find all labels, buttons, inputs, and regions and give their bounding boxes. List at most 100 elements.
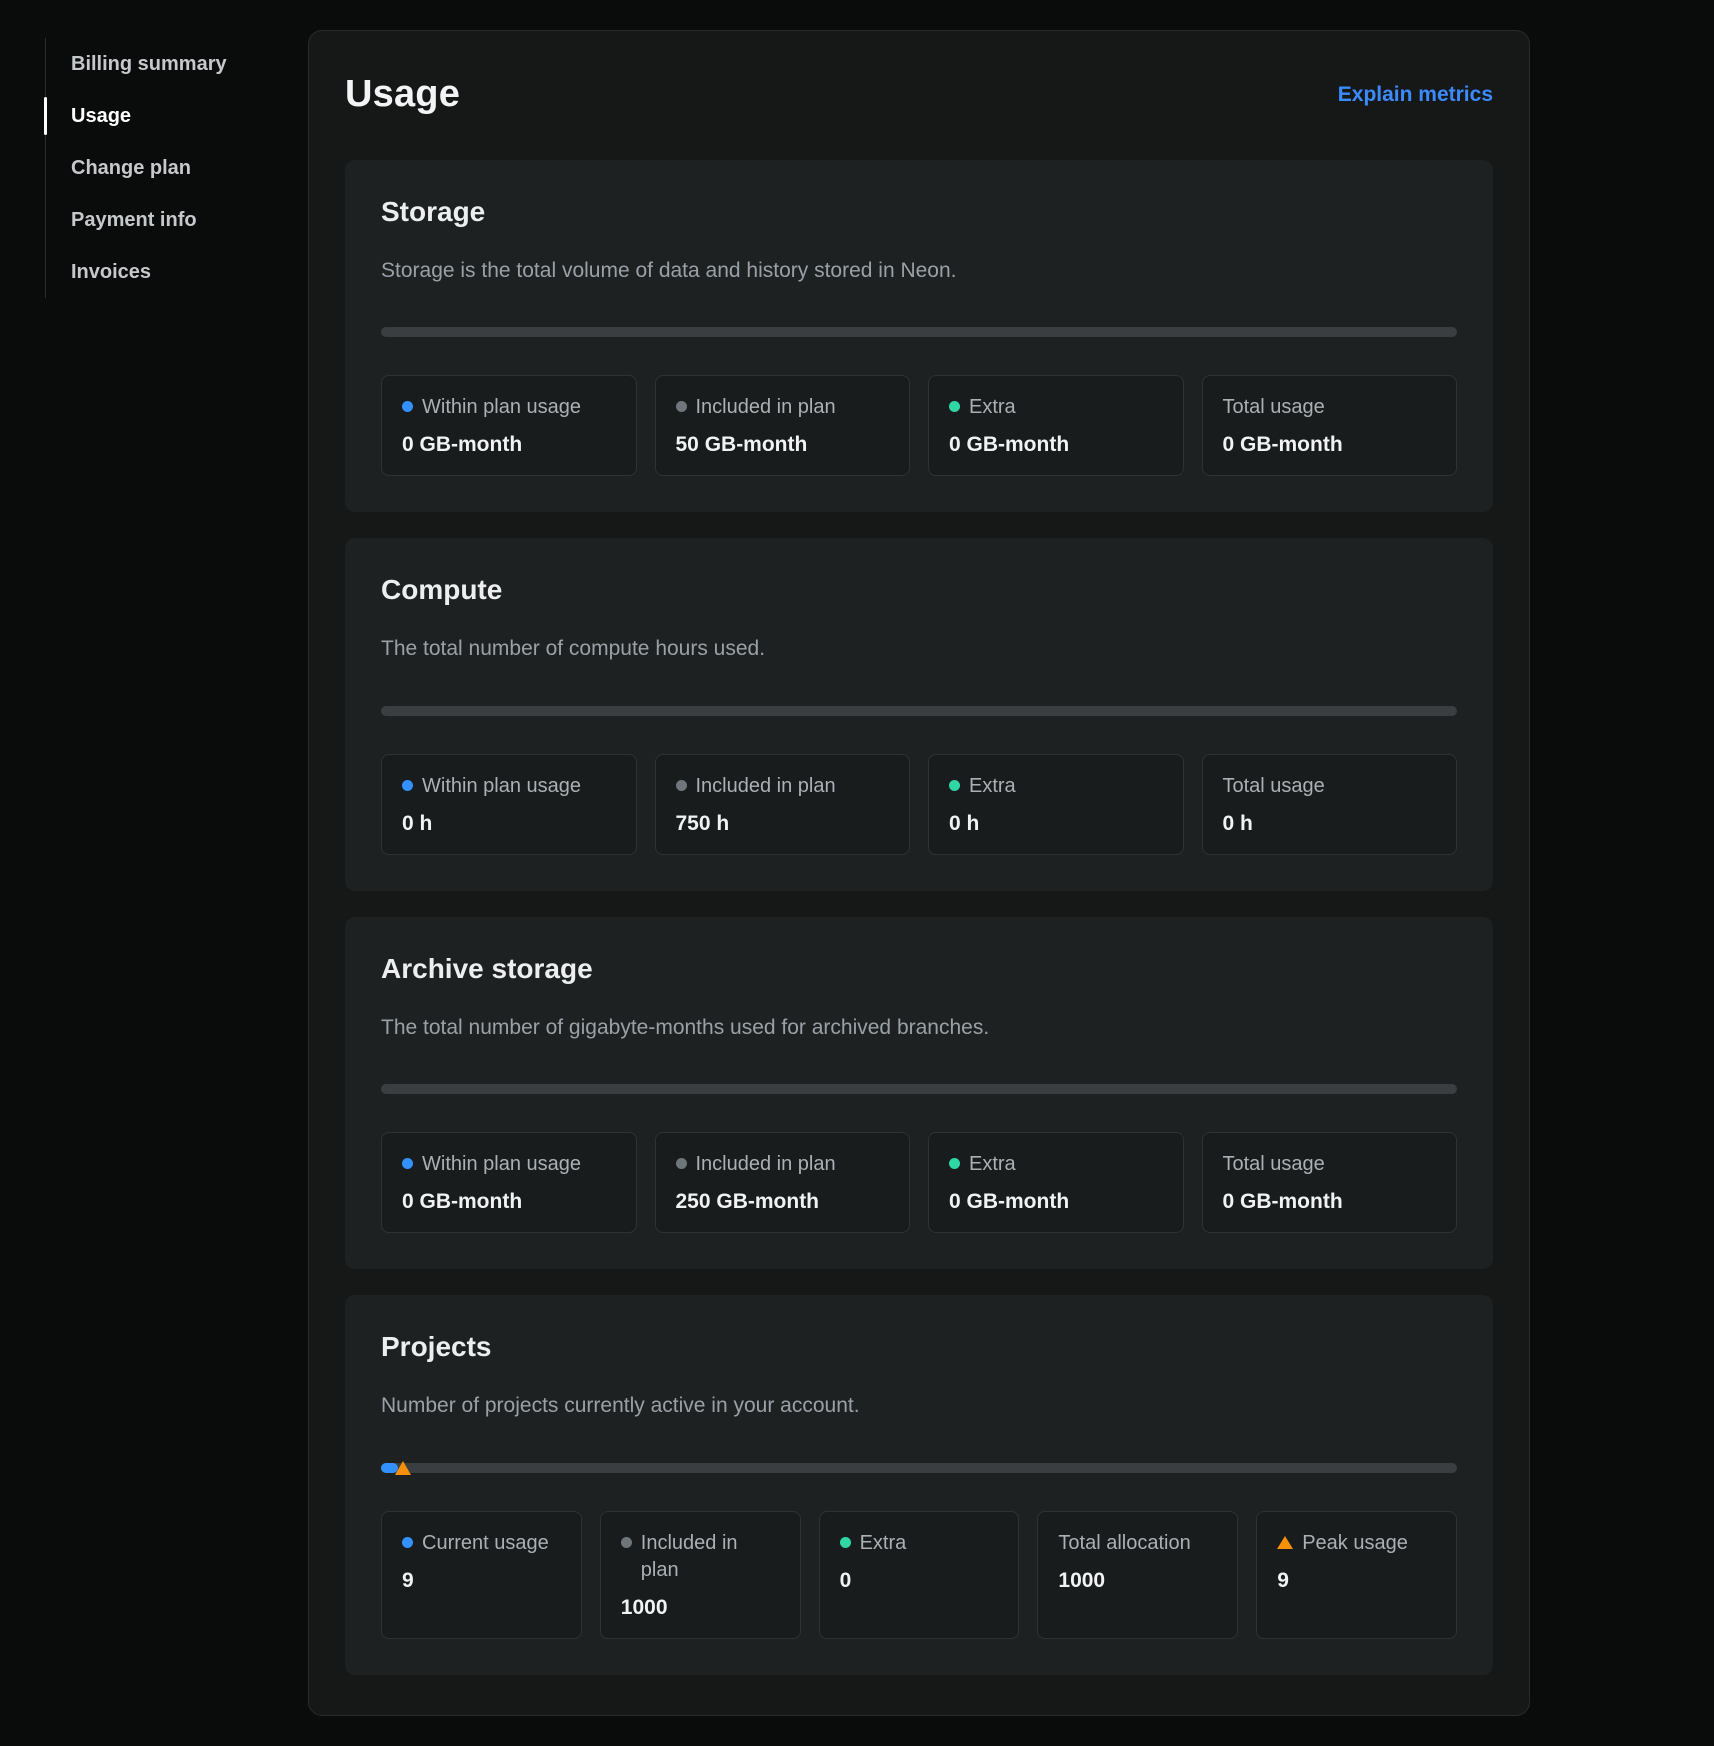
stat-value: 0 GB-month [949, 1190, 1163, 1214]
stat-label-row: Total usage [1223, 773, 1437, 800]
stats-row: Current usage9Included in plan1000Extra0… [381, 1511, 1457, 1639]
usage-progress-bar [381, 1463, 1457, 1473]
usage-card-storage: Storage Storage is the total volume of d… [345, 160, 1493, 512]
dot-blue-icon [402, 401, 413, 412]
stats-row: Within plan usage 0 GB-month Included in p… [381, 375, 1457, 476]
stat-label: Extra [860, 1530, 907, 1557]
stat-included-in-plan: Included in plan 50 GB-month [655, 375, 911, 476]
stat-label-row: Total usage [1223, 394, 1437, 421]
card-description: The total number of compute hours used. [381, 634, 1457, 663]
usage-progress-bar [381, 327, 1457, 337]
sidebar-item-billing-summary[interactable]: Billing summary [46, 38, 308, 90]
stat-label-row: Current usage [402, 1530, 561, 1557]
stat-label-row: Total usage [1223, 1151, 1437, 1178]
peak-marker-icon [395, 1461, 411, 1475]
stat-label-row: Extra [949, 394, 1163, 421]
dot-blue-icon [402, 1537, 413, 1548]
stat-label-row: Extra [840, 1530, 999, 1557]
stat-value: 0 h [949, 812, 1163, 836]
stat-total-usage: Total usage0 GB-month [1202, 375, 1458, 476]
stat-label: Peak usage [1302, 1530, 1408, 1557]
card-description: The total number of gigabyte-months used… [381, 1013, 1457, 1042]
stat-within-plan-usage: Within plan usage 0 GB-month [381, 375, 637, 476]
stat-extra: Extra0 GB-month [928, 375, 1184, 476]
stat-value: 0 [840, 1569, 999, 1593]
stat-value: 250 GB-month [676, 1190, 890, 1214]
stat-within-plan-usage: Within plan usage 0 GB-month [381, 1132, 637, 1233]
sidebar-item-invoices[interactable]: Invoices [46, 246, 308, 298]
stat-extra: Extra 0 [819, 1511, 1020, 1639]
stat-label: Within plan usage [422, 1151, 581, 1178]
page-title: Usage [345, 73, 460, 116]
stat-within-plan-usage: Within plan usage 0 h [381, 754, 637, 855]
stat-label-row: Extra [949, 1151, 1163, 1178]
usage-card-archive-storage: Archive storage The total number of giga… [345, 917, 1493, 1269]
dot-gray-icon [676, 1158, 687, 1169]
stat-extra: Extra 0 GB-month [928, 1132, 1184, 1233]
stat-label: Total usage [1223, 1151, 1325, 1178]
usage-progress-bar [381, 1084, 1457, 1094]
card-title: Storage [381, 196, 1457, 228]
stat-value: 9 [1277, 1569, 1436, 1593]
dot-blue-icon [402, 1158, 413, 1169]
stat-label-row: Included in plan [676, 394, 890, 421]
stats-row: Within plan usage 0 h Included in plan 750 … [381, 754, 1457, 855]
stat-label: Within plan usage [422, 773, 581, 800]
stat-value: 0 h [402, 812, 616, 836]
dot-gray-icon [676, 780, 687, 791]
sidebar-item-usage[interactable]: Usage [46, 90, 308, 142]
stat-label: Extra [969, 773, 1016, 800]
stat-total-usage: Total usage 0 GB-month [1202, 1132, 1458, 1233]
dot-gray-icon [621, 1537, 632, 1548]
stat-label-row: Within plan usage [402, 773, 616, 800]
stat-label: Within plan usage [422, 394, 581, 421]
stat-label-row: Included in plan [676, 1151, 890, 1178]
stat-value: 1000 [1058, 1569, 1217, 1593]
stat-label: Included in plan [696, 394, 836, 421]
usage-card-compute: Compute The total number of compute hour… [345, 538, 1493, 890]
stat-label-row: Total allocation [1058, 1530, 1217, 1557]
stat-value: 0 GB-month [402, 433, 616, 457]
billing-page: Billing summaryUsageChange planPayment i… [0, 0, 1714, 1746]
stat-current-usage: Current usage9 [381, 1511, 582, 1639]
stat-label-row: Peak usage [1277, 1530, 1436, 1557]
dot-blue-icon [402, 780, 413, 791]
explain-metrics-link[interactable]: Explain metrics [1338, 83, 1493, 107]
stat-value: 750 h [676, 812, 890, 836]
stat-label: Included in plan [696, 773, 836, 800]
stat-extra: Extra 0 h [928, 754, 1184, 855]
stat-label: Extra [969, 394, 1016, 421]
card-description: Storage is the total volume of data and … [381, 256, 1457, 285]
stat-value: 1000 [621, 1596, 780, 1620]
stat-peak-usage: Peak usage 9 [1256, 1511, 1457, 1639]
stat-label-row: Included in plan [676, 773, 890, 800]
sidebar-item-payment-info[interactable]: Payment info [46, 194, 308, 246]
sidebar-item-change-plan[interactable]: Change plan [46, 142, 308, 194]
cards: Storage Storage is the total volume of d… [345, 160, 1493, 1675]
stat-label: Total usage [1223, 773, 1325, 800]
stat-label: Current usage [422, 1530, 549, 1557]
dot-green-icon [949, 780, 960, 791]
stat-included-in-plan: Included in plan 1000 [600, 1511, 801, 1639]
sidebar-nav: Billing summaryUsageChange planPayment i… [45, 38, 308, 298]
stat-included-in-plan: Included in plan 750 h [655, 754, 911, 855]
card-title: Archive storage [381, 953, 1457, 985]
usage-card-projects: Projects Number of projects currently ac… [345, 1295, 1493, 1674]
stat-value: 0 GB-month [402, 1190, 616, 1214]
stat-label: Included in plan [696, 1151, 836, 1178]
dot-gray-icon [676, 401, 687, 412]
dot-green-icon [949, 401, 960, 412]
stat-label-row: Within plan usage [402, 394, 616, 421]
stat-label-row: Extra [949, 773, 1163, 800]
stat-label-row: Included in plan [621, 1530, 780, 1584]
peak-triangle-icon [1277, 1536, 1293, 1549]
card-title: Compute [381, 574, 1457, 606]
stat-value: 50 GB-month [676, 433, 890, 457]
stat-label: Extra [969, 1151, 1016, 1178]
usage-panel-header: Usage Explain metrics [345, 73, 1493, 134]
stat-label: Total allocation [1058, 1530, 1190, 1557]
stat-value: 0 GB-month [1223, 1190, 1437, 1214]
billing-sidebar: Billing summaryUsageChange planPayment i… [0, 0, 308, 298]
stat-label: Included in plan [641, 1530, 780, 1584]
card-title: Projects [381, 1331, 1457, 1363]
